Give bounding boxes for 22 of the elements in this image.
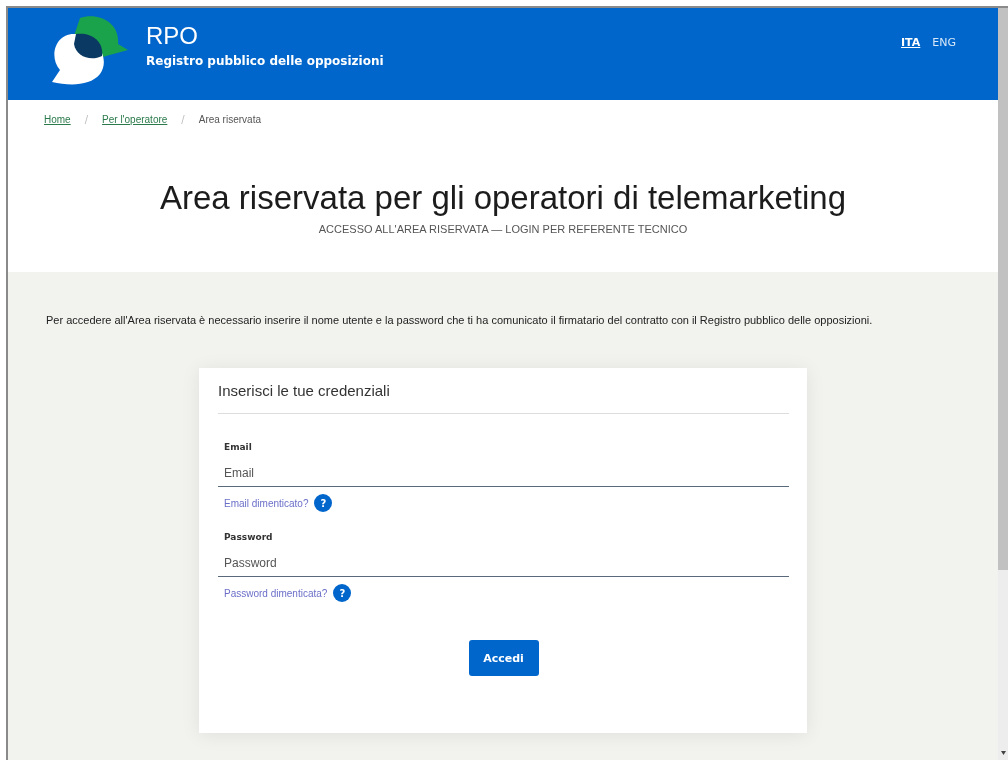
breadcrumb-separator: /: [84, 114, 89, 125]
help-icon[interactable]: ?: [333, 584, 352, 602]
breadcrumb-separator: /: [181, 114, 185, 125]
help-icon[interactable]: ?: [314, 494, 333, 512]
site-title: RPO: [146, 22, 199, 50]
language-link[interactable]: ENG: [932, 36, 956, 49]
forgot-link[interactable]: Email dimenticato?: [224, 497, 309, 509]
login-button[interactable]: Accedi: [468, 640, 539, 676]
breadcrumb-link[interactable]: Per l'operatore: [102, 114, 168, 125]
input-field[interactable]: Email: [218, 462, 789, 487]
input-field[interactable]: Password: [218, 552, 789, 577]
page-subtitle: ACCESSO ALL'AREA RISERVATA — LOGIN PER REFERENTE TECNICO: [317, 223, 689, 235]
forgot-link[interactable]: Password dimenticata?: [224, 587, 328, 599]
field-label: Email: [223, 442, 253, 452]
language-link[interactable]: ITA: [901, 36, 921, 49]
breadcrumb-link[interactable]: Home: [44, 114, 71, 125]
site-subtitle: Registro pubblico delle opposizioni: [146, 54, 384, 68]
current-page-text: Area riservata: [198, 114, 261, 125]
intro-text: Per accedere all'Area riservata è necessario inserire il nome utente e la password che ti ha comunicato il firmatario del contratto con il Registro pubblico delle opposizioni.: [46, 313, 874, 328]
card-title: Inserisci le tue credenziali: [218, 382, 789, 414]
field-label: Password: [223, 532, 274, 542]
page-title: Area riservata per gli operatori di telemarketing: [159, 179, 847, 217]
